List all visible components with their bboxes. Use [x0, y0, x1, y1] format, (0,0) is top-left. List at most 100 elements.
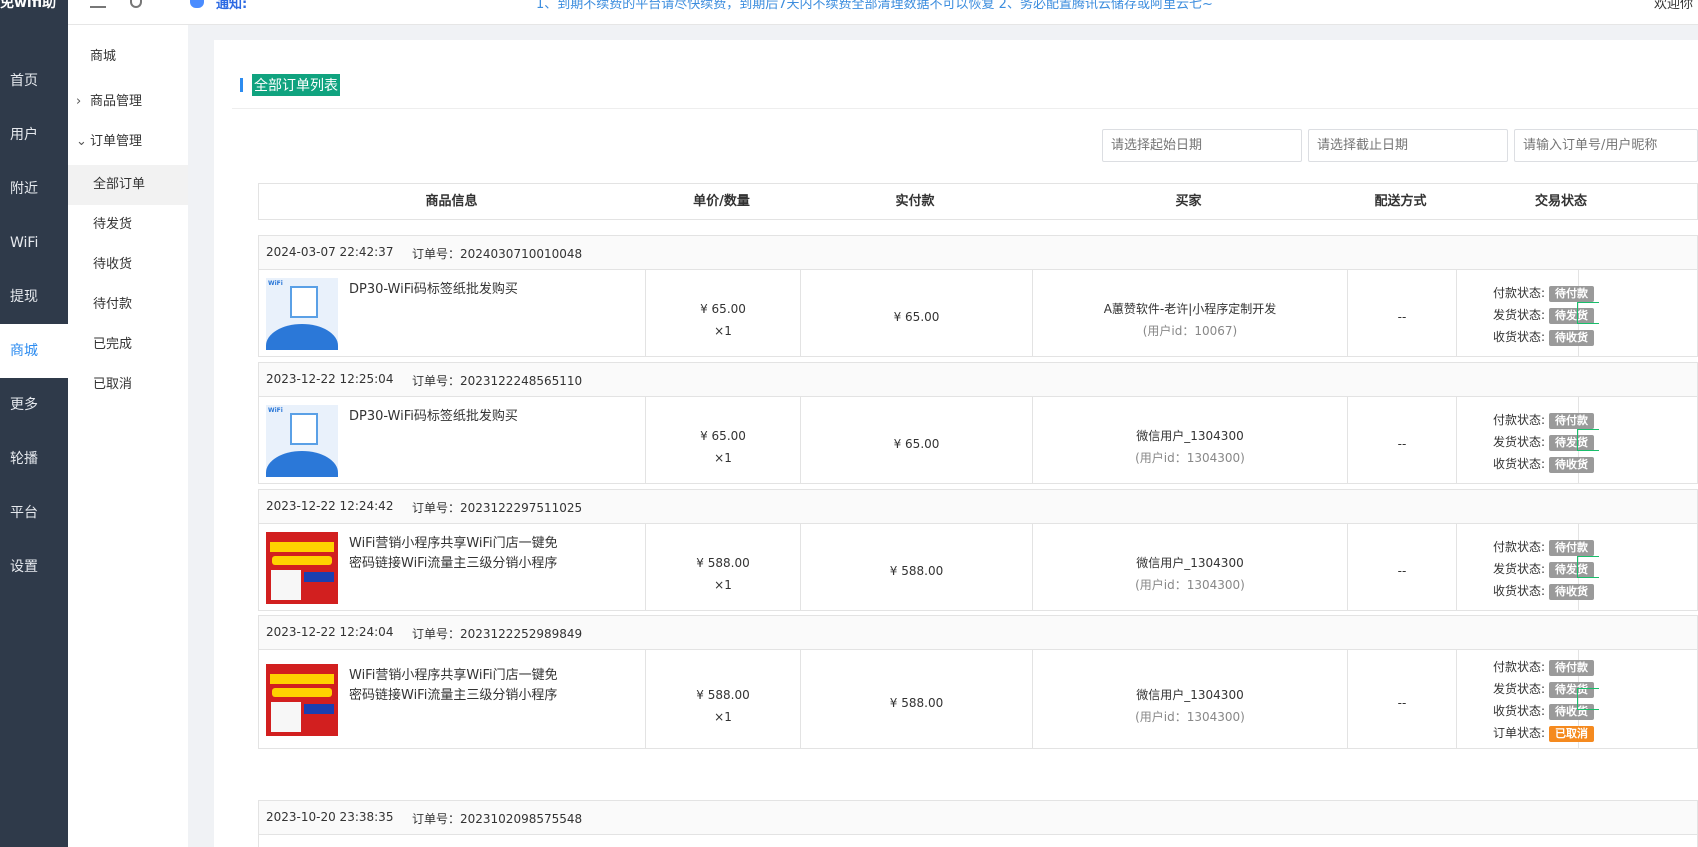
order-action-button[interactable] — [1577, 556, 1599, 578]
shipping-cell: -- — [1348, 270, 1457, 356]
top-header: 通知: 1、到期不续费的平台请尽快续费，到期后7天内不续费全部清理数据不可以恢复… — [68, 0, 1698, 25]
column-header-product: 商品信息 — [425, 194, 478, 209]
paid-amount: ¥ 588.00 — [889, 564, 944, 578]
buyer-cell: 微信用户_1304300 (用户id：1304300) — [1033, 397, 1348, 483]
order-date: 2023-12-22 12:24:04 — [266, 625, 394, 639]
pay-status-label: 付款状态: — [1493, 540, 1546, 554]
subnav-item-to-ship[interactable]: 待发货 — [68, 205, 188, 245]
order-card: 2023-12-22 12:25:04 订单号：2023122248565110… — [258, 362, 1698, 484]
order-status-label: 订单状态: — [1493, 726, 1546, 740]
paid-amount: ¥ 65.00 — [893, 437, 940, 451]
order-body: WiFi DP30-WiFi码标签纸批发购买 ¥ 65.00 ×1 ¥ 65.00… — [259, 397, 1697, 483]
price-qty-cell: ¥ 588.00 ×1 — [646, 524, 801, 610]
notice-marquee: 1、到期不续费的平台请尽快续费，到期后7天内不续费全部清理数据不可以恢复 2、务… — [536, 0, 1213, 12]
status-cell: 付款状态: 待付款 发货状态: 待发货 收货状态: 待收货 — [1457, 397, 1595, 483]
pay-status-badge: 待付款 — [1549, 540, 1595, 556]
ship-status-label: 发货状态: — [1493, 308, 1546, 322]
quantity: ×1 — [714, 578, 732, 592]
sidebar-item-nearby[interactable]: 附近 — [0, 162, 68, 216]
sidebar-item-platform[interactable]: 平台 — [0, 486, 68, 540]
shipping-cell: -- — [1348, 650, 1457, 748]
receive-status-label: 收货状态: — [1493, 584, 1546, 598]
order-date: 2023-12-22 12:24:42 — [266, 499, 394, 513]
product-name[interactable]: WiFi营销小程序共享WiFi门店一键免密码链接WiFi流量主三级分销小程序 — [349, 666, 559, 706]
order-body — [259, 835, 1697, 847]
search-input[interactable] — [1514, 129, 1698, 162]
pay-status-label: 付款状态: — [1493, 660, 1546, 674]
subnav-item-to-receive[interactable]: 待收货 — [68, 245, 188, 285]
order-action-button[interactable] — [1577, 302, 1599, 324]
product-cell: WiFi营销小程序共享WiFi门店一键免密码链接WiFi流量主三级分销小程序 — [259, 650, 646, 748]
chevron-down-icon: ⌄ — [76, 134, 87, 149]
ship-status-label: 发货状态: — [1493, 435, 1546, 449]
quantity: ×1 — [714, 451, 732, 465]
subnav-item-to-pay[interactable]: 待付款 — [68, 285, 188, 325]
shipping-cell: -- — [1348, 524, 1457, 610]
sidebar-item-withdraw[interactable]: 提现 — [0, 270, 68, 324]
subnav-group-orders[interactable]: ⌄ 订单管理 — [76, 130, 142, 149]
table-header: 商品信息 单价/数量 实付款 买家 配送方式 交易状态 — [258, 183, 1698, 220]
sidebar-item-settings[interactable]: 设置 — [0, 540, 68, 594]
product-thumbnail[interactable] — [266, 532, 338, 604]
product-name[interactable]: WiFi营销小程序共享WiFi门店一键免密码链接WiFi流量主三级分销小程序 — [349, 534, 559, 574]
subnav-item-completed[interactable]: 已完成 — [68, 325, 188, 365]
order-body: WiFi营销小程序共享WiFi门店一键免密码链接WiFi流量主三级分销小程序 ¥… — [259, 524, 1697, 610]
buyer-cell: 微信用户_1304300 (用户id：1304300) — [1033, 524, 1348, 610]
receive-status-label: 收货状态: — [1493, 704, 1546, 718]
product-thumbnail[interactable] — [266, 664, 338, 736]
sidebar-item-wifi[interactable]: WiFi — [0, 216, 68, 270]
price-qty-cell: ¥ 588.00 ×1 — [646, 650, 801, 748]
ship-status-label: 发货状态: — [1493, 682, 1546, 696]
shipping-cell: -- — [1348, 397, 1457, 483]
order-body: WiFi DP30-WiFi码标签纸批发购买 ¥ 65.00 ×1 ¥ 65.00… — [259, 270, 1697, 356]
unit-price: ¥ 65.00 — [700, 302, 746, 316]
order-card: 2023-12-22 12:24:42 订单号：2023122297511025… — [258, 489, 1698, 611]
order-header: 2023-12-22 12:24:04 订单号：2023122252989849 — [259, 616, 1697, 650]
product-thumbnail[interactable]: WiFi — [266, 405, 338, 477]
product-name[interactable]: DP30-WiFi码标签纸批发购买 — [349, 280, 559, 300]
buyer-cell: A蕙赞软件-老许|小程序定制开发 (用户id：10067) — [1033, 270, 1348, 356]
receive-status-badge: 待收货 — [1549, 584, 1595, 600]
subnav-item-cancelled[interactable]: 已取消 — [68, 365, 188, 405]
status-cell: 付款状态: 待付款 发货状态: 待发货 收货状态: 待收货 — [1457, 524, 1595, 610]
buyer-id: (用户id：10067) — [1142, 324, 1238, 338]
buyer-name: A蕙赞软件-老许|小程序定制开发 — [1103, 302, 1277, 316]
paid-cell: ¥ 588.00 — [801, 650, 1033, 748]
product-thumbnail[interactable]: WiFi — [266, 278, 338, 350]
sidebar-item-more[interactable]: 更多 — [0, 378, 68, 432]
buyer-id: (用户id：1304300) — [1135, 578, 1245, 592]
sidebar-item-mall[interactable]: 商城 — [0, 324, 68, 378]
paid-cell: ¥ 588.00 — [801, 524, 1033, 610]
product-name[interactable]: DP30-WiFi码标签纸批发购买 — [349, 407, 559, 427]
paid-cell: ¥ 65.00 — [801, 397, 1033, 483]
order-action-button[interactable] — [1577, 429, 1599, 451]
notice-bell-icon — [190, 0, 204, 8]
paid-amount: ¥ 65.00 — [893, 310, 940, 324]
start-date-input[interactable] — [1102, 129, 1302, 162]
unit-price: ¥ 65.00 — [700, 429, 746, 443]
menu-toggle-icon[interactable] — [90, 0, 106, 8]
sidebar-item-home[interactable]: 首页 — [0, 54, 68, 108]
refresh-icon[interactable] — [130, 0, 142, 8]
order-header: 2023-10-20 23:38:35 订单号：2023102098575548 — [259, 801, 1697, 835]
order-action-button[interactable] — [1577, 688, 1599, 710]
end-date-input[interactable] — [1308, 129, 1508, 162]
shipping-method: -- — [1397, 564, 1407, 578]
subnav-group-products[interactable]: › 商品管理 — [76, 90, 142, 109]
order-date: 2023-12-22 12:25:04 — [266, 372, 394, 386]
status-cell: 付款状态: 待付款 发货状态: 待发货 收货状态: 待收货 订单状态: 已取消 — [1457, 650, 1595, 748]
product-cell: WiFi DP30-WiFi码标签纸批发购买 — [259, 270, 646, 356]
column-header-paid: 实付款 — [895, 194, 935, 209]
subnav-item-all-orders[interactable]: 全部订单 — [68, 165, 188, 205]
column-header-price-qty: 单价/数量 — [693, 194, 750, 209]
shipping-method: -- — [1397, 696, 1407, 710]
welcome-text[interactable]: 欢迎你 — [1654, 0, 1693, 12]
chevron-right-icon: › — [76, 94, 82, 109]
order-header: 2023-12-22 12:25:04 订单号：2023122248565110 — [259, 363, 1697, 397]
order-date: 2024-03-07 22:42:37 — [266, 245, 394, 259]
sidebar-item-carousel[interactable]: 轮播 — [0, 432, 68, 486]
order-date: 2023-10-20 23:38:35 — [266, 810, 394, 824]
sidebar-item-users[interactable]: 用户 — [0, 108, 68, 162]
price-qty-cell: ¥ 65.00 ×1 — [646, 270, 801, 356]
column-header-buyer: 买家 — [1175, 194, 1202, 209]
